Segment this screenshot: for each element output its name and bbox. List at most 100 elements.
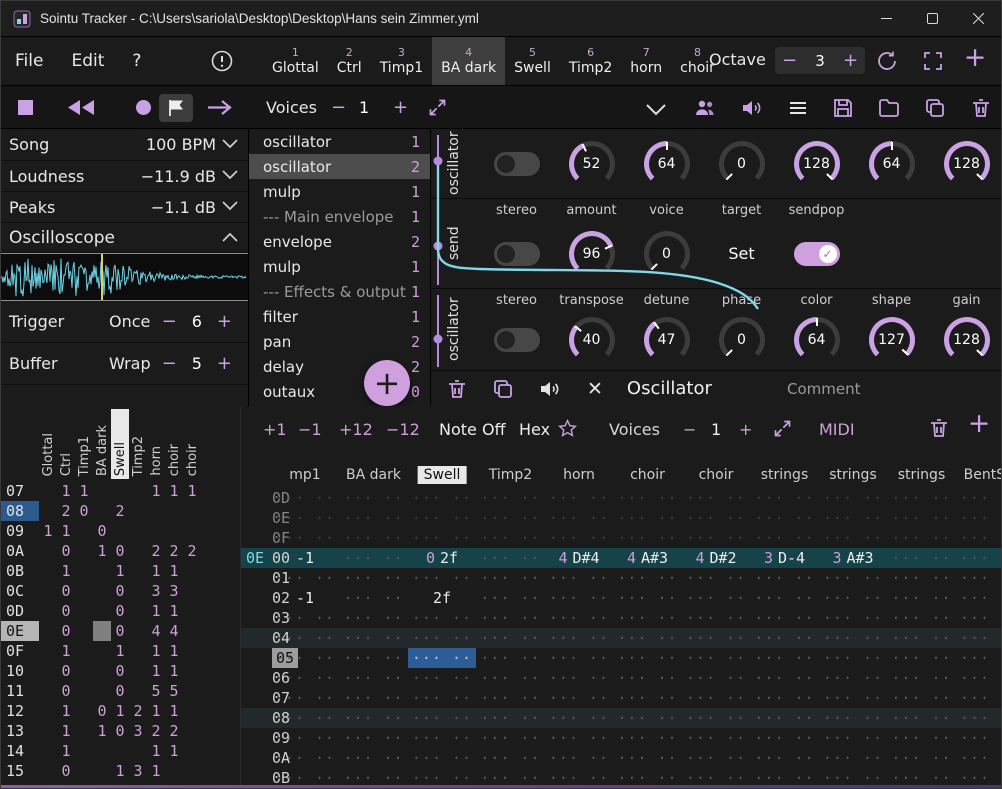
instrument-tab[interactable]: 5Swell — [505, 37, 560, 85]
delete-track-button[interactable] — [927, 416, 951, 440]
pattern-cell[interactable] — [75, 741, 93, 761]
pattern-cell[interactable] — [93, 621, 111, 641]
note-cell[interactable]: ··· ·· — [751, 568, 819, 588]
note-cell[interactable]: ··· ·· — [751, 628, 819, 648]
note-cell[interactable]: ··· ·· — [751, 528, 819, 548]
save-button[interactable] — [831, 96, 855, 120]
note-cell[interactable]: ··· ·· — [819, 588, 887, 608]
pattern-cell[interactable]: 2 — [147, 721, 165, 741]
buffer-minus-button[interactable]: − — [162, 353, 177, 374]
pattern-cell[interactable]: 0 — [111, 541, 129, 561]
note-cell[interactable]: ··· ·· — [682, 628, 750, 648]
pattern-cell[interactable]: 1 — [93, 541, 111, 561]
pattern-cell[interactable]: 0 — [57, 581, 75, 601]
note-cell[interactable]: ··· ·· — [271, 488, 339, 508]
pattern-cell[interactable]: 2 — [111, 501, 129, 521]
pattern-row-label[interactable]: 14 — [1, 741, 39, 761]
pattern-cell[interactable] — [75, 621, 93, 641]
note-cell[interactable]: ··· ·· — [545, 628, 613, 648]
note-cell[interactable]: ··· ·· — [888, 608, 956, 628]
note-cell[interactable]: ··· ·· — [545, 648, 613, 668]
note-cell[interactable]: ··· ·· — [751, 708, 819, 728]
pattern-cell[interactable] — [93, 561, 111, 581]
pattern-cell[interactable] — [93, 581, 111, 601]
knob-phase[interactable]: 0 — [719, 317, 765, 363]
midi-button[interactable]: MIDI — [819, 420, 855, 439]
track-header[interactable]: Swell — [418, 466, 467, 484]
stop-button[interactable] — [18, 100, 33, 115]
note-cell[interactable]: ··· ·· — [888, 748, 956, 768]
note-cell[interactable]: ··· ·· — [545, 588, 613, 608]
instrument-tab[interactable]: 4BA dark — [432, 37, 505, 85]
note-cell[interactable]: ··· ·· — [819, 568, 887, 588]
knob-transpose[interactable]: 40 — [569, 317, 615, 363]
note-cell[interactable]: ··· ·· — [340, 568, 408, 588]
pattern-cell[interactable]: 1 — [183, 481, 201, 501]
pattern-row-label[interactable]: 0F — [1, 641, 39, 661]
pattern-cell[interactable]: 1 — [111, 561, 129, 581]
pattern-col-header[interactable]: BA dark — [93, 409, 111, 479]
pattern-cell[interactable]: 2 — [165, 541, 183, 561]
pattern-cell[interactable]: 3 — [147, 581, 165, 601]
transpose-down-12-button[interactable]: −12 — [386, 420, 420, 439]
unit-list-item[interactable]: oscillator2 — [249, 154, 430, 179]
note-cell[interactable]: ··· ·· — [477, 608, 545, 628]
pattern-cell[interactable] — [129, 621, 147, 641]
pattern-cell[interactable] — [183, 601, 201, 621]
pattern-cell[interactable]: 0 — [93, 701, 111, 721]
note-cell[interactable]: ··· ·· — [888, 688, 956, 708]
note-cell[interactable]: ··· ·· — [956, 488, 1002, 508]
play-step-button[interactable] — [207, 99, 233, 116]
pattern-col-header[interactable]: Swell — [111, 409, 129, 479]
instrument-tab[interactable]: 7horn — [621, 37, 671, 85]
note-cell[interactable]: ··· ·· — [477, 728, 545, 748]
note-cell[interactable]: ··· ·· — [340, 528, 408, 548]
note-cell[interactable]: ··· ·· — [408, 728, 476, 748]
transpose-down-1-button[interactable]: −1 — [298, 420, 322, 439]
main-menu-button[interactable] — [786, 96, 810, 120]
pattern-cell[interactable]: 3 — [129, 761, 147, 781]
track-header[interactable]: mp1 — [283, 466, 326, 484]
expand-voices-button[interactable] — [427, 97, 448, 118]
delete-button[interactable] — [969, 96, 993, 120]
pattern-cell[interactable] — [93, 601, 111, 621]
pattern-cell[interactable]: 1 — [165, 481, 183, 501]
instrument-tab[interactable]: 6Timp2 — [560, 37, 621, 85]
note-cell[interactable]: ··· ·· — [545, 608, 613, 628]
pattern-cell[interactable]: 1 — [93, 721, 111, 741]
pattern-cell[interactable] — [39, 721, 57, 741]
pattern-row-label[interactable]: 0B — [1, 561, 39, 581]
note-cell[interactable]: ··· ·· — [408, 508, 476, 528]
pattern-cell[interactable]: 1 — [147, 761, 165, 781]
chevron-down-icon[interactable] — [222, 139, 240, 151]
pattern-col-header[interactable]: Timp1 — [75, 409, 93, 479]
pattern-cell[interactable]: 2 — [165, 721, 183, 741]
pattern-cell[interactable] — [129, 641, 147, 661]
note-cell[interactable]: ··· ·· — [477, 748, 545, 768]
note-cell[interactable]: ··· ·· — [956, 708, 1002, 728]
menu-help[interactable]: ? — [132, 51, 141, 71]
note-cell[interactable]: 4A#3 — [614, 548, 682, 568]
pattern-cell[interactable] — [39, 581, 57, 601]
pattern-cell[interactable] — [39, 641, 57, 661]
follow-toggle[interactable] — [159, 94, 193, 122]
note-cell[interactable]: ··· ·· — [888, 528, 956, 548]
note-cell[interactable]: ··· ·· — [888, 668, 956, 688]
note-cell[interactable]: ··· ·· — [340, 668, 408, 688]
pattern-cell[interactable]: 1 — [111, 761, 129, 781]
note-cell[interactable]: ··· ·· — [545, 568, 613, 588]
note-cell[interactable]: ··· ·· — [888, 648, 956, 668]
instrument-tab[interactable]: 3Timp1 — [371, 37, 432, 85]
note-cell[interactable]: ··· ·· — [340, 628, 408, 648]
pattern-cell[interactable]: 0 — [75, 501, 93, 521]
note-cell[interactable]: ··· ·· — [545, 708, 613, 728]
track-header[interactable]: strings — [823, 466, 882, 484]
pattern-cell[interactable]: 2 — [129, 701, 147, 721]
note-cell[interactable]: ··· ·· — [956, 508, 1002, 528]
note-cell[interactable]: ··· ·· — [340, 688, 408, 708]
note-cell[interactable]: ··· ·· — [751, 728, 819, 748]
pattern-cell[interactable] — [39, 561, 57, 581]
note-cell[interactable]: ··· ·· — [956, 668, 1002, 688]
pattern-cell[interactable] — [147, 501, 165, 521]
knob-color[interactable]: 128 — [794, 141, 840, 187]
